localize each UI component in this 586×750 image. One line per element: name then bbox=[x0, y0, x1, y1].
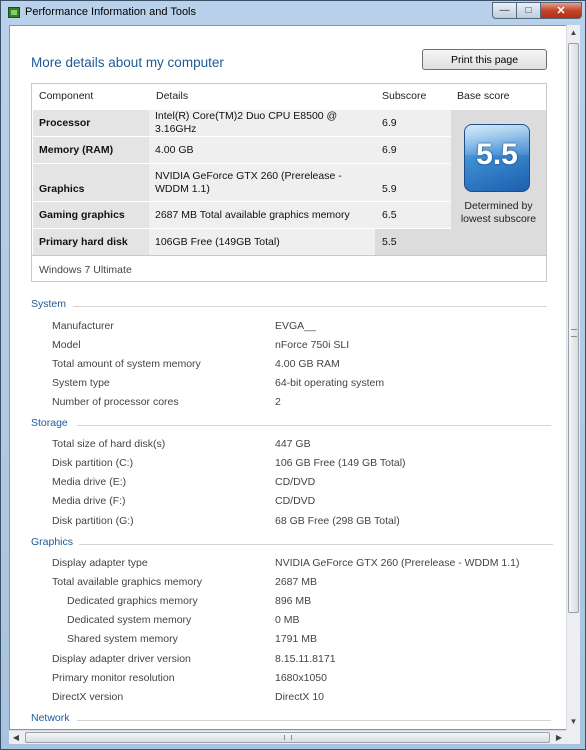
horizontal-scrollbar[interactable]: ◀ ▶ bbox=[9, 730, 566, 744]
close-button[interactable]: ✕ bbox=[540, 2, 582, 19]
info-value: 447 GB bbox=[275, 438, 311, 450]
info-value: 68 GB Free (298 GB Total) bbox=[275, 515, 400, 527]
section-system-title: System bbox=[31, 298, 67, 310]
info-value: 896 MB bbox=[275, 595, 312, 607]
info-value: nForce 750i SLI bbox=[275, 339, 350, 351]
details-cell: 106GB Free (149GB Total) bbox=[149, 229, 375, 255]
base-score-value: 5.5 bbox=[476, 138, 518, 171]
divider bbox=[77, 425, 551, 426]
rating-table: Component Details Subscore Base score Pr… bbox=[31, 83, 547, 282]
section-graphics-title: Graphics bbox=[31, 536, 74, 548]
info-label: Media drive (E:) bbox=[52, 476, 127, 488]
info-value: 0 MB bbox=[275, 614, 300, 626]
header-component: Component bbox=[39, 90, 94, 102]
info-value: 4.00 GB RAM bbox=[275, 358, 340, 370]
info-label: Number of processor cores bbox=[52, 396, 179, 408]
info-label: Manufacturer bbox=[52, 320, 114, 332]
title-bar[interactable]: Performance Information and Tools — □ ✕ bbox=[1, 1, 586, 25]
vertical-scroll-thumb[interactable] bbox=[568, 43, 579, 613]
component-cell: Processor bbox=[33, 110, 149, 136]
app-window: Performance Information and Tools — □ ✕ … bbox=[0, 0, 586, 750]
base-score-panel: 5.5 Determined by lowest subscore bbox=[451, 110, 546, 255]
header-base-score: Base score bbox=[457, 90, 510, 102]
scrollbar-corner bbox=[566, 730, 580, 744]
scroll-down-icon[interactable]: ▼ bbox=[567, 714, 580, 730]
info-label: Disk partition (G:) bbox=[52, 515, 134, 527]
scroll-left-icon[interactable]: ◀ bbox=[9, 731, 23, 744]
info-label: Display adapter driver version bbox=[52, 653, 191, 665]
divider bbox=[77, 720, 551, 721]
info-label: Dedicated system memory bbox=[67, 614, 192, 626]
details-cell: 2687 MB Total available graphics memory bbox=[149, 202, 375, 228]
info-value: NVIDIA GeForce GTX 260 (Prerelease - WDD… bbox=[275, 557, 520, 569]
details-cell: 4.00 GB bbox=[149, 137, 375, 163]
info-label: Disk partition (C:) bbox=[52, 457, 134, 469]
subscore-cell: 6.5 bbox=[375, 202, 451, 228]
divider bbox=[79, 544, 553, 545]
horizontal-scroll-thumb[interactable] bbox=[25, 732, 550, 743]
info-label: Primary monitor resolution bbox=[52, 672, 175, 684]
info-label: Total amount of system memory bbox=[52, 358, 201, 370]
scroll-right-icon[interactable]: ▶ bbox=[552, 731, 566, 744]
info-value: 8.15.11.8171 bbox=[275, 653, 336, 665]
minimize-button[interactable]: — bbox=[492, 2, 516, 19]
info-label: DirectX version bbox=[52, 691, 124, 703]
print-button[interactable]: Print this page bbox=[422, 49, 547, 70]
divider bbox=[32, 255, 546, 256]
scroll-up-icon[interactable]: ▲ bbox=[567, 25, 580, 41]
base-score-caption: Determined by lowest subscore bbox=[460, 200, 537, 225]
info-value: 2687 MB bbox=[275, 576, 318, 588]
info-value: CD/DVD bbox=[275, 495, 316, 507]
windows-edition: Windows 7 Ultimate bbox=[39, 264, 132, 276]
details-cell: NVIDIA GeForce GTX 260 (Prerelease - WDD… bbox=[149, 164, 375, 201]
component-cell: Graphics bbox=[33, 164, 149, 201]
info-label: Model bbox=[52, 339, 81, 351]
subscore-cell: 6.9 bbox=[375, 137, 451, 163]
component-cell: Gaming graphics bbox=[33, 202, 149, 228]
header-details: Details bbox=[156, 90, 189, 102]
divider bbox=[73, 306, 547, 307]
info-value: EVGA__ bbox=[275, 320, 316, 332]
content-area: More details about my computer Print thi… bbox=[9, 25, 578, 730]
info-value: 2 bbox=[275, 396, 281, 408]
info-label: Total available graphics memory bbox=[52, 576, 202, 588]
component-cell: Primary hard disk bbox=[33, 229, 149, 255]
section-storage-title: Storage bbox=[31, 417, 68, 429]
header-subscore: Subscore bbox=[382, 90, 427, 102]
subscore-cell: 6.9 bbox=[375, 110, 451, 136]
info-value: 1791 MB bbox=[275, 633, 318, 645]
details-cell: Intel(R) Core(TM)2 Duo CPU E8500 @ 3.16G… bbox=[149, 110, 375, 136]
performance-icon bbox=[8, 7, 20, 18]
info-value: CD/DVD bbox=[275, 476, 316, 488]
info-value: 1680x1050 bbox=[275, 672, 327, 684]
subscore-cell: 5.9 bbox=[375, 164, 451, 201]
info-label: Display adapter type bbox=[52, 557, 148, 569]
info-label: Dedicated graphics memory bbox=[67, 595, 198, 607]
windows-score-badge-icon: 5.5 bbox=[464, 124, 530, 192]
maximize-button[interactable]: □ bbox=[516, 2, 540, 19]
info-label: Total size of hard disk(s) bbox=[52, 438, 166, 450]
component-cell: Memory (RAM) bbox=[33, 137, 149, 163]
info-label: Shared system memory bbox=[67, 633, 178, 645]
caption-buttons: — □ ✕ bbox=[492, 2, 582, 20]
info-value: DirectX 10 bbox=[275, 691, 325, 703]
info-label: System type bbox=[52, 377, 110, 389]
subscore-cell: 5.5 bbox=[375, 229, 451, 255]
info-label: Media drive (F:) bbox=[52, 495, 126, 507]
window-title: Performance Information and Tools bbox=[25, 6, 196, 18]
section-network-title: Network bbox=[31, 712, 70, 724]
info-value: 106 GB Free (149 GB Total) bbox=[275, 457, 406, 469]
vertical-scrollbar[interactable]: ▲ ▼ bbox=[566, 25, 580, 730]
info-value: 64-bit operating system bbox=[275, 377, 385, 389]
page-title: More details about my computer bbox=[31, 55, 224, 70]
